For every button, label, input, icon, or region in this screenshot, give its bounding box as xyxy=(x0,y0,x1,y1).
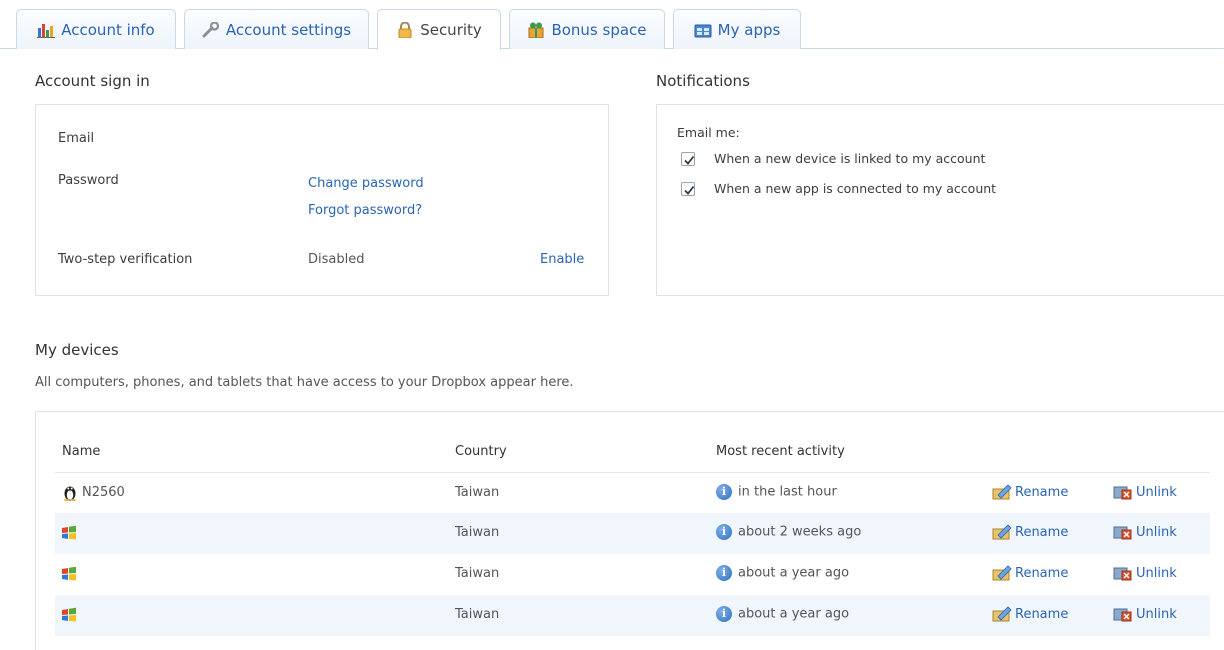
tab-security[interactable]: Security xyxy=(377,9,501,50)
rename-button[interactable]: Rename xyxy=(992,524,1068,540)
forgot-password-link[interactable]: Forgot password? xyxy=(308,203,422,218)
table-row: Taiwan i about a year ago Rename Unlink xyxy=(55,595,1210,636)
rename-button[interactable]: Rename xyxy=(992,565,1068,581)
two-step-status: Disabled xyxy=(308,252,365,267)
unlink-label: Unlink xyxy=(1136,524,1177,540)
app-connected-label: When a new app is connected to my accoun… xyxy=(714,181,997,196)
device-country: Taiwan xyxy=(455,525,500,540)
tab-account-settings[interactable]: Account settings xyxy=(184,9,369,49)
device-activity-cell: i about 2 weeks ago xyxy=(716,524,861,540)
padlock-icon xyxy=(396,22,414,38)
tab-bar: Account info Account settings Security B… xyxy=(0,0,1224,50)
rename-label: Rename xyxy=(1015,524,1069,540)
tab-bonus-space[interactable]: Bonus space xyxy=(509,9,665,49)
rename-icon xyxy=(992,565,1012,581)
device-activity: about a year ago xyxy=(738,565,850,581)
device-activity: in the last hour xyxy=(738,484,837,500)
table-row: N2560 Taiwan i in the last hour Rename Un… xyxy=(55,472,1210,513)
unlink-button[interactable]: Unlink xyxy=(1113,565,1177,581)
rename-label: Rename xyxy=(1015,484,1069,500)
device-activity: about a year ago xyxy=(738,606,850,622)
unlink-label: Unlink xyxy=(1136,484,1177,500)
tab-account-info[interactable]: Account info xyxy=(16,9,176,49)
column-header-country: Country xyxy=(455,444,507,459)
device-activity-cell: i about a year ago xyxy=(716,565,849,581)
rename-icon xyxy=(992,484,1012,500)
table-row: Taiwan i about a year ago Rename Unlink xyxy=(55,554,1210,595)
table-row: Taiwan i about 2 weeks ago Rename Unlink xyxy=(55,513,1210,554)
wrench-icon xyxy=(202,21,220,38)
tab-label: My apps xyxy=(717,20,781,39)
unlink-button[interactable]: Unlink xyxy=(1113,524,1177,540)
unlink-icon xyxy=(1113,526,1132,540)
gift-box-icon xyxy=(527,22,545,38)
account-signin-panel xyxy=(35,104,609,296)
enable-two-step-link[interactable]: Enable xyxy=(540,252,584,267)
two-step-label: Two-step verification xyxy=(58,252,193,267)
my-devices-description: All computers, phones, and tablets that … xyxy=(35,375,574,390)
unlink-label: Unlink xyxy=(1136,565,1177,581)
unlink-button[interactable]: Unlink xyxy=(1113,484,1177,500)
windows-logo-icon xyxy=(61,566,77,586)
linux-penguin-icon xyxy=(63,484,77,505)
tab-label: Bonus space xyxy=(551,20,647,39)
unlink-icon xyxy=(1113,567,1132,581)
device-name: N2560 xyxy=(82,485,125,500)
device-linked-label: When a new device is linked to my accoun… xyxy=(714,151,986,166)
windows-logo-icon xyxy=(61,525,77,545)
rename-icon xyxy=(992,606,1012,622)
info-icon: i xyxy=(716,565,732,581)
device-country: Taiwan xyxy=(455,566,500,581)
info-icon: i xyxy=(716,484,732,500)
tab-label: Account settings xyxy=(225,20,352,39)
info-icon: i xyxy=(716,606,732,622)
windows-logo-icon xyxy=(61,607,77,627)
device-activity-cell: i about a year ago xyxy=(716,606,849,622)
device-activity: about 2 weeks ago xyxy=(738,524,862,540)
tab-my-apps[interactable]: My apps xyxy=(673,9,801,49)
notifications-title: Notifications xyxy=(656,72,750,90)
device-linked-checkbox[interactable] xyxy=(681,152,695,166)
device-country: Taiwan xyxy=(455,485,500,500)
device-activity-cell: i in the last hour xyxy=(716,484,837,500)
unlink-icon xyxy=(1113,486,1132,500)
rename-label: Rename xyxy=(1015,565,1069,581)
apps-folder-icon xyxy=(694,22,712,38)
change-password-link[interactable]: Change password xyxy=(308,176,424,191)
email-me-label: Email me: xyxy=(677,125,740,140)
my-devices-title: My devices xyxy=(35,341,119,359)
rename-button[interactable]: Rename xyxy=(992,606,1068,622)
app-connected-checkbox[interactable] xyxy=(681,182,695,196)
tab-label: Account info xyxy=(61,20,155,39)
checkmark-icon xyxy=(684,185,695,195)
unlink-label: Unlink xyxy=(1136,606,1177,622)
checkmark-icon xyxy=(684,155,695,165)
unlink-icon xyxy=(1113,608,1132,622)
account-signin-title: Account sign in xyxy=(35,72,150,90)
device-country: Taiwan xyxy=(455,607,500,622)
bar-chart-icon xyxy=(37,22,56,38)
tab-label: Security xyxy=(420,21,482,39)
password-label: Password xyxy=(58,173,119,188)
unlink-button[interactable]: Unlink xyxy=(1113,606,1177,622)
email-label: Email xyxy=(58,131,95,146)
column-header-name: Name xyxy=(62,444,101,459)
notifications-panel xyxy=(656,104,1224,296)
info-icon: i xyxy=(716,524,732,540)
rename-label: Rename xyxy=(1015,606,1069,622)
rename-button[interactable]: Rename xyxy=(992,484,1068,500)
rename-icon xyxy=(992,524,1012,540)
column-header-activity: Most recent activity xyxy=(716,444,845,459)
